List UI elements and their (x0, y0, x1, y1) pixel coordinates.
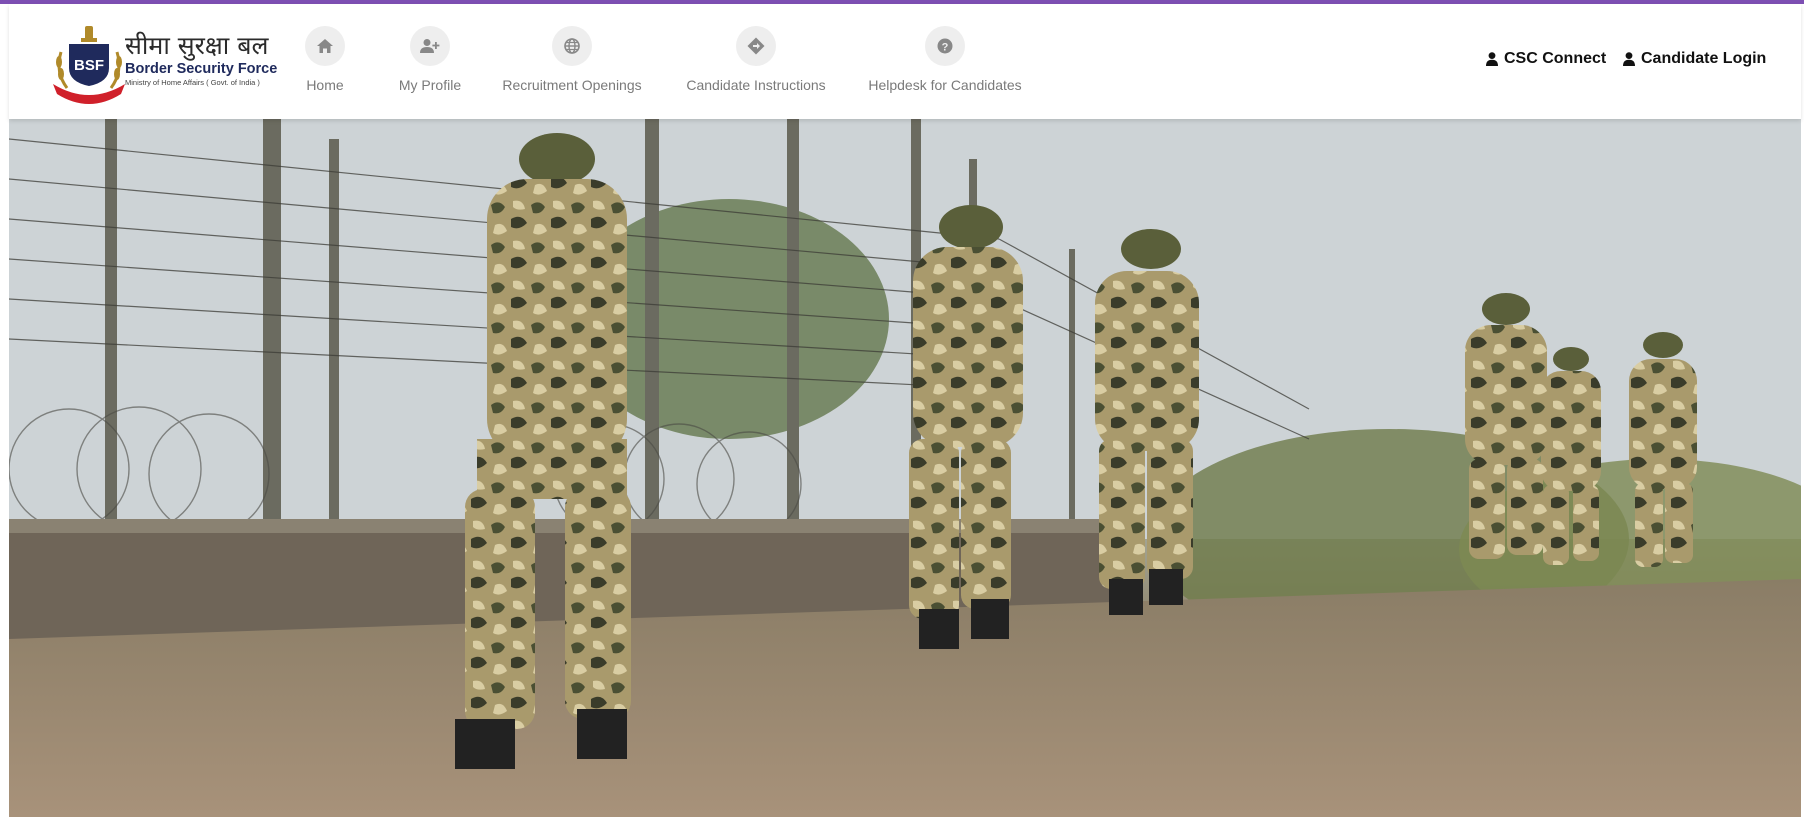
nav-item-recruitment-openings[interactable]: Recruitment Openings (477, 26, 667, 106)
nav-label-candidate-instructions: Candidate Instructions (686, 77, 826, 93)
directions-sign-icon (736, 26, 776, 66)
hero-banner (9, 119, 1801, 817)
globe-icon (552, 26, 592, 66)
soldier-figure (909, 205, 1023, 649)
question-circle-icon: ? (925, 26, 965, 66)
brand-hindi-name: सीमा सुरक्षा बल (125, 31, 269, 60)
soldier-figure (1095, 229, 1199, 615)
svg-text:?: ? (942, 41, 949, 53)
user-plus-icon (410, 26, 450, 66)
brand-english-name: Border Security Force (125, 61, 278, 77)
csc-connect-link[interactable]: CSC Connect (1486, 50, 1606, 68)
bsf-emblem-icon: BSF (49, 22, 129, 106)
nav-item-home[interactable]: Home (295, 26, 355, 106)
user-icon (1486, 52, 1498, 66)
logo-text-block: सीमा सुरक्षा बल Border Security Force Mi… (125, 32, 285, 88)
bsf-logo[interactable]: BSF सीमा सुरक्षा बल Border Security Forc… (39, 22, 279, 106)
brand-ministry: Ministry of Home Affairs ( Govt. of Indi… (125, 78, 260, 87)
nav-label-helpdesk: Helpdesk for Candidates (868, 77, 1022, 93)
nav-item-my-profile[interactable]: My Profile (380, 26, 480, 106)
candidate-login-label: Candidate Login (1641, 50, 1767, 67)
home-icon (305, 26, 345, 66)
nav-label-recruitment-openings: Recruitment Openings (502, 77, 642, 93)
emblem-text: BSF (74, 57, 104, 74)
csc-connect-label: CSC Connect (1504, 50, 1607, 67)
nav-label-my-profile: My Profile (398, 77, 462, 93)
nav-item-helpdesk[interactable]: ? Helpdesk for Candidates (845, 26, 1045, 106)
top-navbar: BSF सीमा सुरक्षा बल Border Security Forc… (9, 4, 1801, 119)
user-icon (1623, 52, 1635, 66)
nav-label-home: Home (306, 77, 344, 93)
nav-item-candidate-instructions[interactable]: Candidate Instructions (656, 26, 856, 106)
soldier-figure (1629, 332, 1697, 567)
hero-soldiers-photo (9, 119, 1801, 817)
candidate-login-link[interactable]: Candidate Login (1623, 50, 1766, 68)
